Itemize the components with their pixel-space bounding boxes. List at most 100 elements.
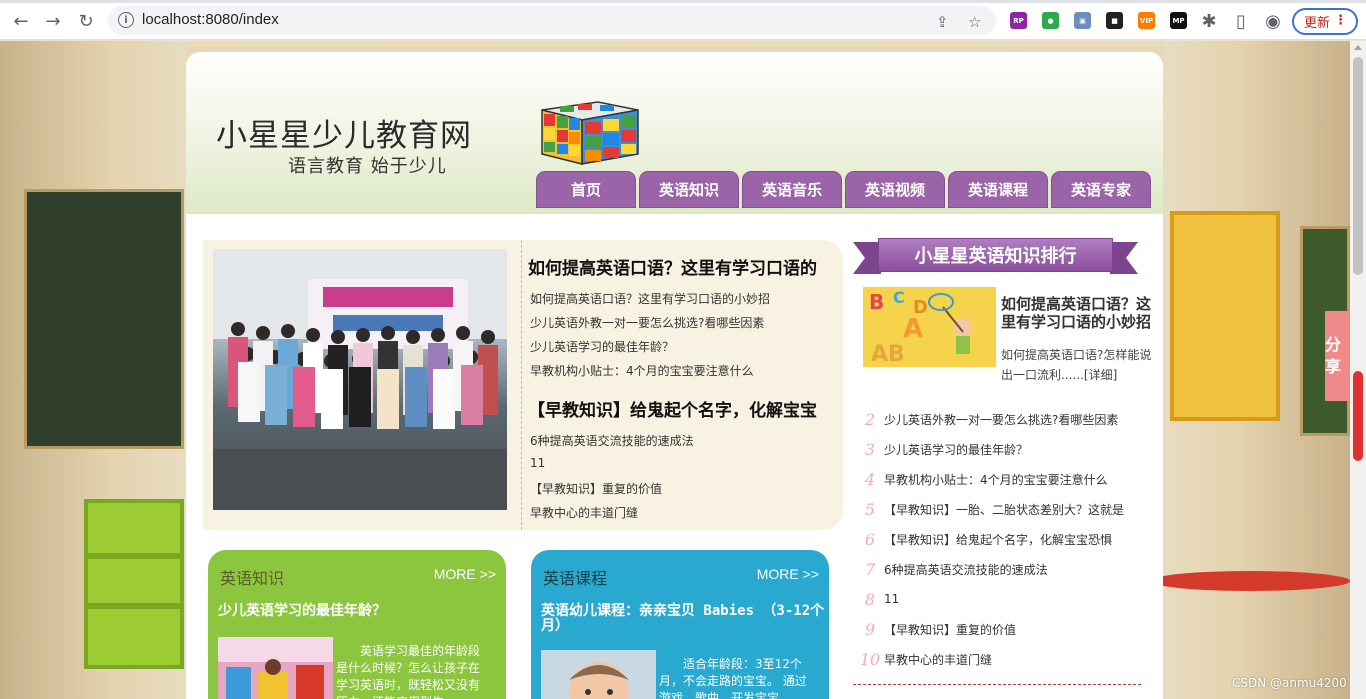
browser-toolbar: ← → ↻ i localhost:8080/index ⇪ ☆ RP ● ▣ ■ VI… bbox=[0, 0, 1366, 40]
svg-text:A: A bbox=[903, 314, 923, 344]
share-label: 分享 bbox=[1325, 335, 1342, 376]
more-link[interactable]: MORE >> bbox=[757, 566, 819, 582]
more-link[interactable]: MORE >> bbox=[434, 566, 496, 582]
svg-text:C: C bbox=[893, 288, 905, 307]
featured-divider bbox=[521, 240, 522, 530]
page-viewport: 小星星少儿教育网 语言教育 始于少儿 首页 英语知识 英语音乐 英语视频 英语课… bbox=[0, 41, 1350, 699]
ranking-number: 10 bbox=[859, 649, 881, 669]
ranking-link[interactable]: 【早教知识】给鬼起个名字，化解宝宝恐惧 bbox=[884, 531, 1112, 548]
share-button[interactable]: 分享 bbox=[1325, 311, 1350, 401]
featured-link[interactable]: 6种提高英语交流技能的速成法 bbox=[530, 432, 694, 449]
address-bar-url[interactable]: localhost:8080/index bbox=[142, 11, 279, 28]
ranking-link[interactable]: 【早教知识】重复的价值 bbox=[884, 621, 1016, 638]
tab-strip-edge bbox=[0, 0, 1366, 3]
ranking-item[interactable]: 4 早教机构小贴士：4个月的宝宝要注意什么 bbox=[856, 469, 1108, 489]
ranking-item[interactable]: 7 6种提高英语交流技能的速成法 bbox=[856, 559, 1048, 579]
svg-text:B: B bbox=[869, 290, 884, 314]
ranking-top-title[interactable]: 如何提高英语口语？这里有学习口语的小妙招 bbox=[1001, 295, 1156, 331]
box-title: 英语课程 bbox=[543, 569, 608, 588]
chat-extension-icon[interactable]: ● bbox=[1042, 12, 1059, 29]
profile-avatar-icon[interactable]: ◉ bbox=[1260, 8, 1286, 34]
bookmark-star-icon[interactable]: ☆ bbox=[968, 13, 981, 31]
page-scrollbar[interactable] bbox=[1350, 41, 1366, 699]
nav-english-video[interactable]: 英语视频 bbox=[845, 171, 945, 208]
ranking-link[interactable]: 早教中心的丰道门缝 bbox=[884, 651, 992, 668]
featured-link[interactable]: 早教机构小贴士：4个月的宝宝要注意什么 bbox=[530, 362, 754, 379]
scroll-up-arrow-icon[interactable] bbox=[1354, 45, 1362, 50]
ranking-item[interactable]: 10 早教中心的丰道门缝 bbox=[856, 649, 992, 669]
rp-extension-icon[interactable]: RP bbox=[1010, 12, 1027, 29]
nav-home[interactable]: 首页 bbox=[536, 171, 636, 208]
featured-headline-2[interactable]: 【早教知识】给鬼起个名字，化解宝宝 bbox=[528, 396, 817, 421]
background-picture-frame bbox=[1170, 211, 1280, 421]
featured-headline-1[interactable]: 如何提高英语口语？这里有学习口语的 bbox=[528, 254, 817, 279]
update-button-label: 更新 bbox=[1304, 16, 1331, 31]
featured-link[interactable]: 如何提高英语口语？这里有学习口语的小妙招 bbox=[530, 290, 770, 307]
scrollbar-thumb[interactable] bbox=[1353, 57, 1363, 275]
nav-english-music[interactable]: 英语音乐 bbox=[742, 171, 842, 208]
ranking-link[interactable]: 6种提高英语交流技能的速成法 bbox=[884, 561, 1048, 578]
featured-group-photo[interactable] bbox=[213, 249, 507, 510]
featured-link[interactable]: 【早教知识】重复的价值 bbox=[530, 480, 662, 497]
ranking-number: 4 bbox=[864, 469, 876, 489]
site-header: 小星星少儿教育网 语言教育 始于少儿 首页 英语知识 英语音乐 英语视频 英语课… bbox=[186, 52, 1163, 214]
background-table bbox=[1150, 571, 1350, 591]
featured-link[interactable]: 早教中心的丰道门缝 bbox=[530, 504, 638, 521]
ranking-top-desc[interactable]: 如何提高英语口语?怎样能说出一口流利......[详细] bbox=[1001, 345, 1156, 385]
nav-english-expert[interactable]: 英语专家 bbox=[1051, 171, 1151, 208]
ranking-banner: 小星星英语知识排行 bbox=[853, 236, 1138, 274]
menu-dots-icon: ⋮ bbox=[1334, 13, 1347, 28]
game-extension-icon[interactable]: ■ bbox=[1106, 12, 1123, 29]
nav-english-course[interactable]: 英语课程 bbox=[948, 171, 1048, 208]
group-photo-image bbox=[213, 249, 507, 510]
vip-extension-icon[interactable]: VIP bbox=[1138, 12, 1155, 29]
site-logo-title[interactable]: 小星星少儿教育网 bbox=[216, 110, 472, 155]
ranking-link[interactable]: 少儿英语外教一对一要怎么挑选?看哪些因素 bbox=[884, 411, 1118, 428]
box-title: 英语知识 bbox=[220, 569, 285, 588]
box-thumbnail[interactable] bbox=[541, 650, 656, 699]
back-arrow-icon[interactable]: ← bbox=[8, 8, 34, 34]
ranking-item[interactable]: 2 少儿英语外教一对一要怎么挑选?看哪些因素 bbox=[856, 409, 1118, 429]
ranking-item[interactable]: 8 11 bbox=[856, 589, 899, 609]
share-page-icon[interactable]: ⇪ bbox=[936, 13, 949, 31]
box-headline[interactable]: 少儿英语学习的最佳年龄？ bbox=[218, 604, 503, 619]
forward-arrow-icon[interactable]: → bbox=[40, 8, 66, 34]
media-extension-icon[interactable]: MP bbox=[1170, 12, 1187, 29]
ranking-item[interactable]: 9 【早教知识】重复的价值 bbox=[856, 619, 1016, 639]
ranking-item[interactable]: 5 【早教知识】一胎、二胎状态差别大？这就是 bbox=[856, 499, 1124, 519]
ranking-link[interactable]: 11 bbox=[884, 592, 899, 606]
english-course-box: 英语课程 MORE >> 英语幼儿课程：亲亲宝贝 Babies （3-12个月）… bbox=[531, 550, 829, 699]
rubiks-cube-logo-icon bbox=[541, 101, 639, 165]
box-headline[interactable]: 英语幼儿课程：亲亲宝贝 Babies （3-12个月） bbox=[541, 604, 826, 634]
ranking-number: 3 bbox=[864, 439, 876, 459]
ranking-number: 8 bbox=[864, 589, 876, 609]
extensions-puzzle-icon[interactable]: ✱ bbox=[1196, 8, 1222, 34]
side-panel-icon[interactable]: ▯ bbox=[1228, 8, 1254, 34]
svg-text:AB: AB bbox=[871, 342, 905, 367]
reload-icon[interactable]: ↻ bbox=[73, 8, 99, 34]
main-nav: 首页 英语知识 英语音乐 英语视频 英语课程 英语专家 bbox=[536, 171, 1151, 208]
ranking-link[interactable]: 【早教知识】一胎、二胎状态差别大？这就是 bbox=[884, 501, 1124, 518]
update-button[interactable]: 更新 ⋮ bbox=[1292, 8, 1358, 35]
nav-english-knowledge[interactable]: 英语知识 bbox=[639, 171, 739, 208]
ranking-link[interactable]: 早教机构小贴士：4个月的宝宝要注意什么 bbox=[884, 471, 1108, 488]
ranking-item[interactable]: 6 【早教知识】给鬼起个名字，化解宝宝恐惧 bbox=[856, 529, 1112, 549]
classroom-photo-image bbox=[218, 637, 333, 699]
background-chalkboard bbox=[24, 189, 184, 449]
ranking-item[interactable]: 3 少儿英语学习的最佳年龄？ bbox=[856, 439, 1028, 459]
site-info-icon[interactable]: i bbox=[118, 12, 134, 28]
featured-link[interactable]: 少儿英语外教一对一要怎么挑选?看哪些因素 bbox=[530, 314, 764, 331]
address-bar[interactable]: i localhost:8080/index ⇪ ☆ bbox=[108, 6, 996, 35]
scrollbar-marker bbox=[1353, 371, 1363, 461]
box-thumbnail[interactable] bbox=[218, 637, 333, 699]
baby-photo-image bbox=[541, 650, 656, 699]
ranking-title: 小星星英语知识排行 bbox=[878, 238, 1113, 272]
image-extension-icon[interactable]: ▣ bbox=[1074, 12, 1091, 29]
featured-link[interactable]: 11 bbox=[530, 456, 545, 470]
featured-news: 如何提高英语口语？这里有学习口语的 如何提高英语口语？这里有学习口语的小妙招 少… bbox=[203, 240, 843, 530]
featured-link[interactable]: 少儿英语学习的最佳年龄？ bbox=[530, 338, 674, 355]
ranking-link[interactable]: 少儿英语学习的最佳年龄？ bbox=[884, 441, 1028, 458]
ranking-number: 9 bbox=[864, 619, 876, 639]
english-knowledge-box: 英语知识 MORE >> 少儿英语学习的最佳年龄？ 英语学习最佳的年龄段是什么时… bbox=[208, 550, 506, 699]
ranking-top-thumbnail[interactable]: B C D A AB bbox=[863, 287, 996, 367]
